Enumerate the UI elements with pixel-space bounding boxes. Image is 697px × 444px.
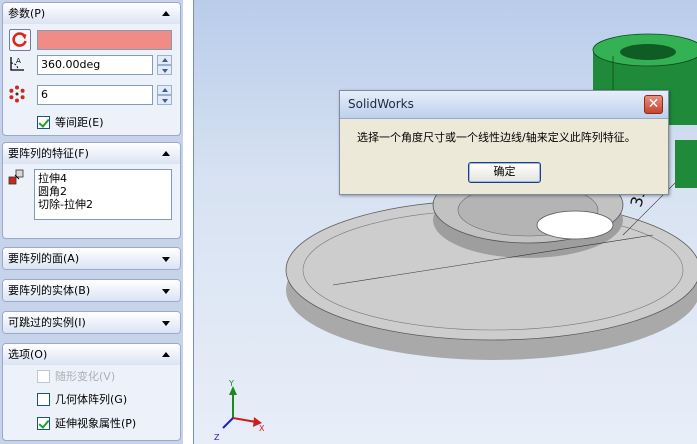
bodies-header[interactable]: 要阵列的实体(B) xyxy=(3,280,180,301)
collapse-arrow-icon[interactable] xyxy=(162,352,170,357)
list-item[interactable]: 圆角2 xyxy=(38,185,168,198)
propagate-visual-label: 延伸视象属性(P) xyxy=(55,417,137,430)
bodies-to-pattern-group[interactable]: 要阵列的实体(B) xyxy=(2,279,181,302)
dialog-titlebar[interactable]: SolidWorks ✕ xyxy=(340,91,668,119)
z-axis-label: Z xyxy=(214,433,220,442)
options-group: 选项(O) 随形变化(V) 几何体阵列(G) 延伸视象属性(P) xyxy=(2,343,181,441)
parameters-header-label: 参数(P) xyxy=(8,7,46,20)
angle-input[interactable]: 360.00deg xyxy=(37,55,153,75)
faces-header[interactable]: 要阵列的面(A) xyxy=(3,248,180,269)
instances-to-skip-group[interactable]: 可跳过的实例(I) xyxy=(2,311,181,334)
parameters-group: 参数(P) A 360.00deg 6 等间距(E) xyxy=(2,2,181,136)
expand-arrow-icon[interactable] xyxy=(162,289,170,294)
features-listbox[interactable]: 拉伸4 圆角2 切除-拉伸2 xyxy=(34,169,172,220)
list-item[interactable]: 拉伸4 xyxy=(38,172,168,185)
green-feature xyxy=(675,140,697,188)
dialog-title: SolidWorks xyxy=(348,97,414,111)
pattern-axis-field[interactable] xyxy=(37,30,172,50)
property-manager-panel: 参数(P) A 360.00deg 6 等间距(E) 要阵列的特征(F) 拉伸4… xyxy=(0,0,183,444)
expand-arrow-icon[interactable] xyxy=(162,257,170,262)
propagate-visual-checkbox[interactable] xyxy=(37,417,50,430)
skip-header-label: 可跳过的实例(I) xyxy=(8,316,86,329)
collapse-arrow-icon[interactable] xyxy=(162,11,170,16)
options-header-label: 选项(O) xyxy=(8,348,48,361)
list-item[interactable]: 切除-拉伸2 xyxy=(38,198,168,211)
green-boss-hole xyxy=(620,44,676,60)
y-axis-label: Y xyxy=(228,379,234,388)
x-axis-label: X xyxy=(259,424,265,433)
parameters-header[interactable]: 参数(P) xyxy=(3,3,180,24)
ok-button[interactable]: 确定 xyxy=(468,162,541,183)
instance-count-value: 6 xyxy=(41,88,48,101)
count-spinner[interactable] xyxy=(157,85,172,105)
spin-up-icon[interactable] xyxy=(157,55,172,65)
axis-triad: Y X Z xyxy=(214,379,265,442)
spin-down-icon[interactable] xyxy=(157,65,172,75)
graphics-viewport[interactable]: 35 Y X Z xyxy=(183,0,697,444)
geometry-pattern-label: 几何体阵列(G) xyxy=(55,393,128,406)
svg-text:A: A xyxy=(16,57,21,65)
instance-count-input[interactable]: 6 xyxy=(37,85,153,105)
features-to-pattern-group: 要阵列的特征(F) 拉伸4 圆角2 切除-拉伸2 xyxy=(2,142,181,239)
refresh-axis-icon[interactable] xyxy=(9,29,31,51)
faces-header-label: 要阵列的面(A) xyxy=(8,252,80,265)
equal-spacing-label: 等间距(E) xyxy=(55,116,104,129)
bodies-header-label: 要阵列的实体(B) xyxy=(8,284,91,297)
features-header[interactable]: 要阵列的特征(F) xyxy=(3,143,180,164)
spin-down-icon[interactable] xyxy=(157,95,172,105)
features-header-label: 要阵列的特征(F) xyxy=(8,147,89,160)
geometry-pattern-checkbox[interactable] xyxy=(37,393,50,406)
skip-header[interactable]: 可跳过的实例(I) xyxy=(3,312,180,333)
options-header[interactable]: 选项(O) xyxy=(3,344,180,365)
instance-count-icon xyxy=(8,85,26,103)
vary-sketch-label: 随形变化(V) xyxy=(55,370,116,383)
part-model[interactable]: 35 Y X Z xyxy=(183,0,697,444)
equal-spacing-checkbox[interactable] xyxy=(37,116,50,129)
feature-selection-icon xyxy=(8,169,26,187)
angle-value: 360.00deg xyxy=(41,58,101,71)
vary-sketch-checkbox xyxy=(37,370,50,383)
expand-arrow-icon[interactable] xyxy=(162,321,170,326)
angle-spinner[interactable] xyxy=(157,55,172,75)
dialog-message: 选择一个角度尺寸或一个线性边线/轴来定义此阵列特征。 xyxy=(357,131,636,144)
spin-up-icon[interactable] xyxy=(157,85,172,95)
collapse-arrow-icon[interactable] xyxy=(162,151,170,156)
faces-to-pattern-group[interactable]: 要阵列的面(A) xyxy=(2,247,181,270)
center-hole xyxy=(536,210,614,240)
message-dialog: SolidWorks ✕ 选择一个角度尺寸或一个线性边线/轴来定义此阵列特征。 … xyxy=(339,90,669,195)
close-icon[interactable]: ✕ xyxy=(644,95,663,114)
angle-icon: A xyxy=(8,55,26,73)
